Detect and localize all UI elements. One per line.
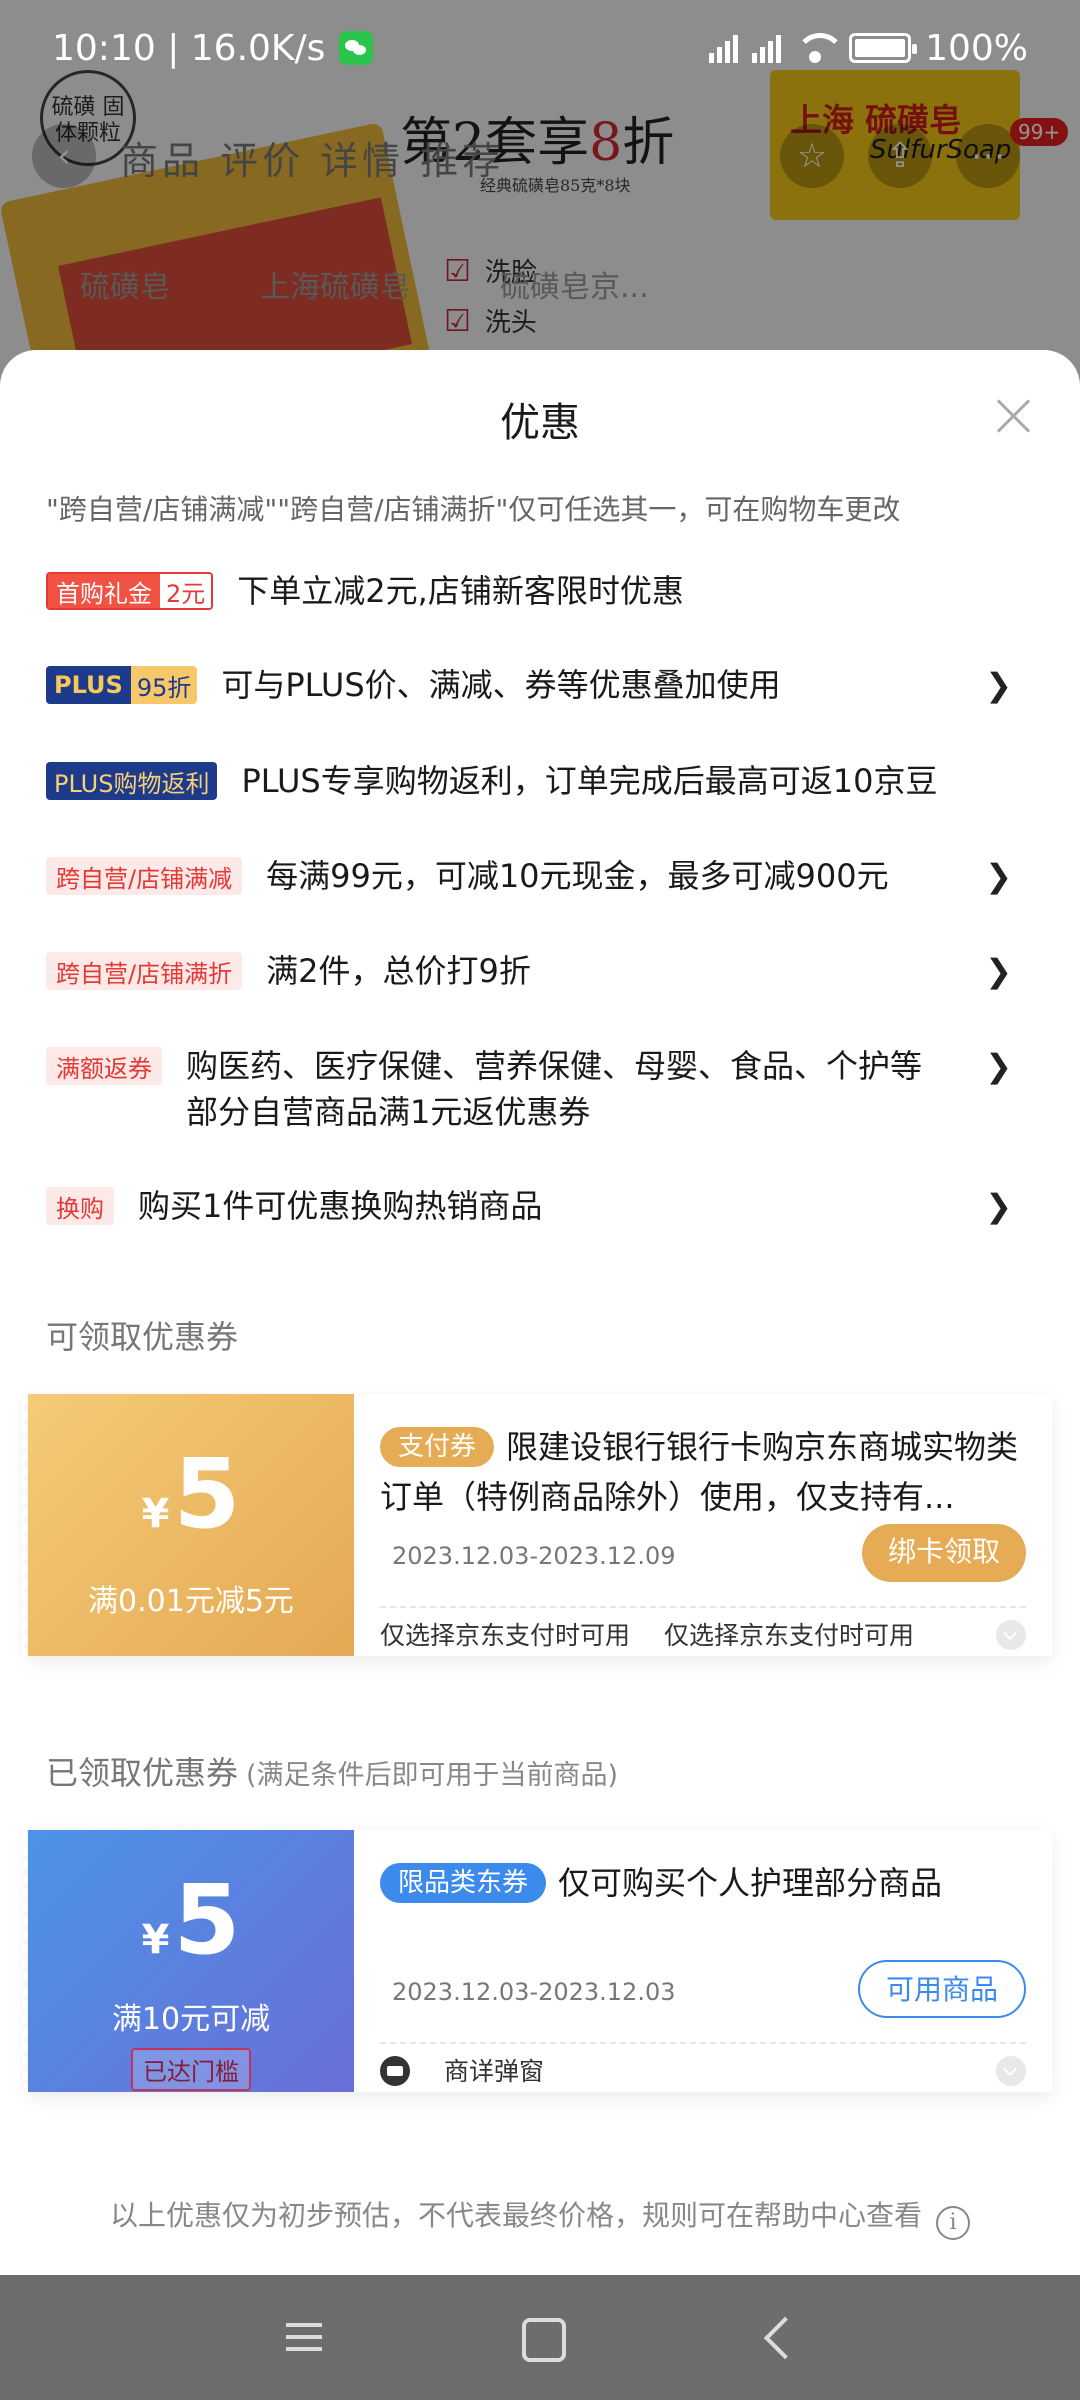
chevron-right-icon: ❯	[985, 952, 1012, 990]
coupon-title: 支付券 限建设银行银行卡购京东商城实物类订单（特例商品除外）使用，仅支持有...	[380, 1427, 1019, 1516]
disclaimer: 以上优惠仅为初步预估，不代表最终价格，规则可在帮助中心查看 i	[0, 2194, 1080, 2240]
coupon-details: 限品类东券 仅可购买个人护理部分商品 2023.12.03-2023.12.03 …	[354, 1830, 1052, 2092]
coupon-footer: 仅选择京东支付时可用 仅选择京东支付时可用	[380, 1621, 915, 1650]
coupon-divider	[380, 2042, 1026, 2044]
coupon-condition: 满0.01元减5元	[88, 1584, 294, 1619]
coupon-date: 2023.12.03-2023.12.03	[392, 1978, 676, 2006]
wechat-icon	[339, 31, 374, 65]
promo-tag: PLUS购物返利	[46, 762, 218, 800]
signal-icon	[709, 33, 739, 63]
chevron-right-icon: ❯	[985, 1047, 1012, 1085]
coupon-amount: ¥5	[141, 1438, 241, 1550]
coupon-tag: 支付券	[380, 1427, 495, 1467]
bind-card-claim-button[interactable]: 绑卡领取	[861, 1524, 1026, 1582]
chevron-right-icon: ❯	[985, 666, 1012, 704]
promo-tag: PLUS 95折	[46, 666, 198, 704]
promo-row-plus-discount[interactable]: PLUS 95折 可与PLUS价、满减、券等优惠叠加使用 ❯	[46, 662, 1034, 708]
promo-text: 购医药、医疗保健、营养保健、母婴、食品、个护等部分自营商品满1元返优惠券	[186, 1047, 923, 1131]
promo-row-first-purchase: 首购礼金 2元 下单立减2元,店铺新客限时优惠	[46, 568, 1034, 614]
wifi-icon	[795, 33, 846, 63]
promo-tag: 跨自营/店铺满减	[46, 857, 243, 895]
promo-text: 满2件，总价打9折	[266, 952, 531, 990]
sheet-title: 优惠	[500, 400, 580, 446]
promo-tag: 跨自营/店铺满折	[46, 952, 243, 990]
expand-icon[interactable]	[996, 1620, 1026, 1650]
coupon-amount: ¥5	[141, 1864, 241, 1976]
promo-text: 可与PLUS价、满减、券等优惠叠加使用	[221, 666, 781, 704]
promo-row-exchange[interactable]: 换购 购买1件可优惠换购热销商品 ❯	[46, 1183, 1034, 1229]
available-products-button[interactable]: 可用商品	[857, 1960, 1026, 2018]
coupon-condition: 满10元可减	[111, 2002, 271, 2037]
claimed-coupons-heading: 已领取优惠券 (满足条件后即可用于当前商品)	[46, 1754, 619, 1792]
chevron-right-icon: ❯	[985, 857, 1012, 895]
coupon-amount-panel: ¥5 满10元可减 已达门槛	[23, 1830, 354, 2092]
status-time: 10:10 | 16.0K/s	[52, 27, 326, 69]
promo-row-full-discount[interactable]: 跨自营/店铺满折 满2件，总价打9折 ❯	[46, 948, 1034, 994]
available-coupons-heading: 可领取优惠券	[46, 1318, 239, 1356]
back-nav-icon[interactable]	[718, 2275, 838, 2400]
coupon-card-claimed: ¥5 满10元可减 已达门槛 限品类东券 仅可购买个人护理部分商品 2023.12…	[23, 1830, 1052, 2092]
promo-row-plus-rebate: PLUS购物返利 PLUS专享购物返利，订单完成后最高可返10京豆	[46, 758, 1034, 804]
info-icon[interactable]: i	[936, 2206, 970, 2240]
promo-tag: 首购礼金 2元	[46, 572, 214, 610]
coupon-tag: 限品类东券	[380, 1863, 547, 1903]
system-nav-bar	[0, 2275, 1080, 2400]
discount-notice: "跨自营/店铺满减""跨自营/店铺满折"仅可任选其一，可在购物车更改	[46, 493, 901, 526]
signal-icon-2	[752, 33, 782, 63]
popup-icon	[380, 2056, 410, 2086]
coupon-card-available: ¥5 满0.01元减5元 支付券 限建设银行银行卡购京东商城实物类订单（特例商品除…	[23, 1394, 1052, 1656]
coupon-date: 2023.12.03-2023.12.09	[392, 1542, 676, 1570]
chevron-right-icon: ❯	[985, 1187, 1012, 1225]
battery-percent: 100%	[925, 27, 1028, 69]
coupon-details: 支付券 限建设银行银行卡购京东商城实物类订单（特例商品除外）使用，仅支持有... …	[354, 1394, 1052, 1656]
promo-row-return-coupon[interactable]: 满额返券 购医药、医疗保健、营养保健、母婴、食品、个护等部分自营商品满1元返优惠…	[46, 1043, 1034, 1135]
promo-row-full-reduction[interactable]: 跨自营/店铺满减 每满99元，可减10元现金，最多可减900元 ❯	[46, 853, 1034, 899]
home-icon[interactable]	[480, 2275, 600, 2400]
promo-tag: 换购	[46, 1187, 114, 1225]
promo-text: 下单立减2元,店铺新客限时优惠	[237, 572, 684, 610]
menu-icon[interactable]	[244, 2275, 364, 2400]
promo-text: 购买1件可优惠换购热销商品	[138, 1187, 543, 1225]
battery-icon	[849, 33, 918, 63]
coupon-divider	[380, 1606, 1026, 1608]
threshold-reached-badge: 已达门槛	[131, 2048, 251, 2091]
coupon-amount-panel: ¥5 满0.01元减5元	[23, 1394, 354, 1656]
promo-text: PLUS专享购物返利，订单完成后最高可返10京豆	[241, 762, 938, 800]
expand-icon[interactable]	[996, 2056, 1026, 2086]
status-bar: 10:10 | 16.0K/s 100%	[0, 0, 1080, 96]
promo-text: 每满99元，可减10元现金，最多可减900元	[266, 857, 889, 895]
discount-sheet: 优惠 "跨自营/店铺满减""跨自营/店铺满折"仅可任选其一，可在购物车更改 首购…	[0, 350, 1080, 2275]
coupon-title: 限品类东券 仅可购买个人护理部分商品	[380, 1858, 1026, 1958]
promo-tag: 满额返券	[46, 1047, 162, 1085]
close-icon[interactable]	[992, 394, 1036, 438]
coupon-footer: 商详弹窗	[380, 2052, 578, 2088]
